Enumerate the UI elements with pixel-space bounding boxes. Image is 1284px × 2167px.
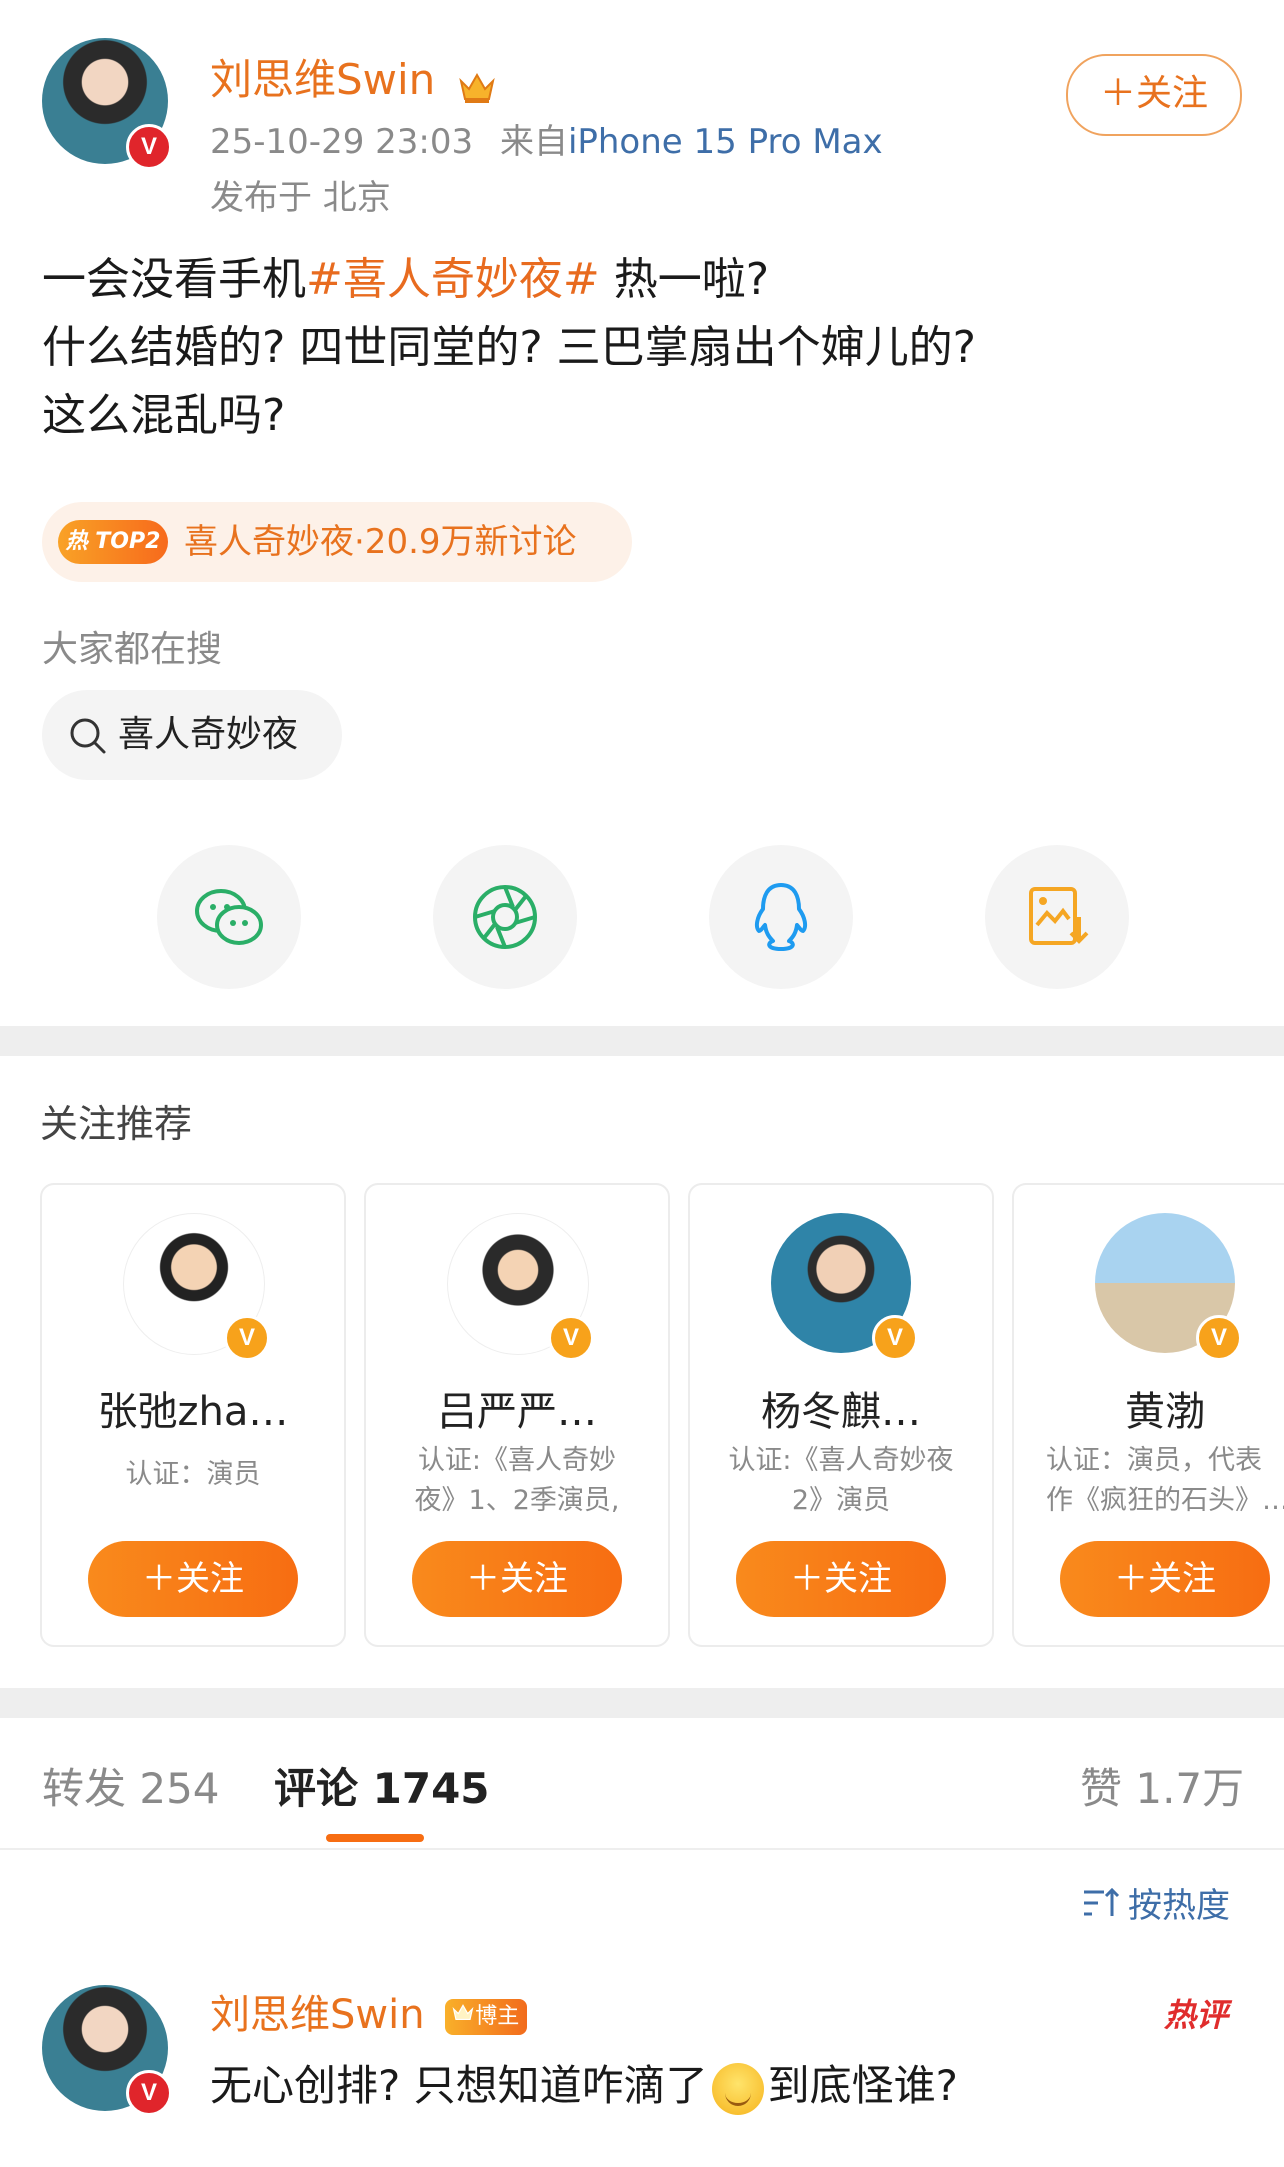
tab-repost[interactable]: 转发 254 — [42, 1755, 220, 1816]
recommend-card[interactable]: V 杨冬麒… 认证:《喜人奇妙夜 2》演员 ＋关注 — [688, 1183, 994, 1647]
post-text-line2: 什么结婚的? 四世同堂的? 三巴掌扇出个婶儿的? — [42, 322, 977, 373]
crown-icon — [457, 66, 497, 103]
comment-author-row: 刘思维Swin 博主 — [210, 1982, 528, 2040]
sort-button[interactable]: 按热度 — [1082, 1878, 1230, 1929]
blogger-badge: 博主 — [445, 1999, 528, 2035]
post-location: 发布于 北京 — [210, 178, 391, 218]
verified-badge-icon: V — [126, 124, 172, 170]
section-divider — [0, 1026, 1284, 1056]
search-term: 喜人奇妙夜 — [118, 714, 299, 755]
recommend-card[interactable]: V 黄渤 认证：演员，代表 作《疯狂的石头》… ＋关注 — [1012, 1183, 1284, 1647]
crown-icon — [451, 1999, 475, 2035]
post-text-line1: 一会没看手机 — [42, 254, 306, 305]
share-moments-button[interactable] — [433, 845, 577, 989]
post-timestamp: 25-10-29 23:03 — [210, 122, 474, 162]
author-name-row: 刘思维Swin — [210, 46, 497, 107]
save-image-button[interactable] — [985, 845, 1129, 989]
search-icon — [68, 716, 108, 760]
sort-icon — [1082, 1886, 1120, 1929]
recommend-desc: 认证:《喜人奇妙 夜》1、2季演员, — [414, 1445, 620, 1516]
follow-button[interactable]: ＋关注 — [1066, 54, 1242, 136]
recommend-follow-button[interactable]: ＋关注 — [1060, 1541, 1270, 1617]
recommend-follow-button[interactable]: ＋关注 — [88, 1541, 298, 1617]
recommend-follow-button[interactable]: ＋关注 — [736, 1541, 946, 1617]
recommend-card[interactable]: V 吕严严… 认证:《喜人奇妙 夜》1、2季演员, ＋关注 — [364, 1183, 670, 1647]
hot-rank-badge: 热 TOP2 — [58, 520, 168, 564]
search-suggestion[interactable]: 喜人奇妙夜 — [42, 690, 342, 780]
verified-badge-icon: V — [548, 1315, 594, 1361]
recommend-card[interactable]: V 张弛zha… 认证：演员 ＋关注 — [40, 1183, 346, 1647]
source-device[interactable]: iPhone 15 Pro Max — [568, 122, 883, 162]
hashtag-link[interactable]: #喜人奇妙夜# — [306, 254, 600, 305]
recommend-desc: 认证:《喜人奇妙夜 2》演员 — [728, 1445, 954, 1516]
source-prefix: 来自 — [499, 122, 568, 162]
recommend-title: 关注推荐 — [40, 1102, 193, 1146]
verified-badge-icon: V — [872, 1315, 918, 1361]
hot-topic-pill[interactable]: 热 TOP2 喜人奇妙夜·20.9万新讨论 — [42, 502, 632, 582]
author-name[interactable]: 刘思维Swin — [210, 55, 435, 104]
recommend-name: 吕严严… — [437, 1389, 597, 1435]
tab-active-indicator — [326, 1834, 424, 1842]
comment-text: 无心创排? 只想知道咋滴了 到底怪谁? — [210, 2052, 958, 2115]
tab-like[interactable]: 赞 1.7万 — [1080, 1755, 1244, 1816]
post-text-line3: 这么混乱吗? — [42, 390, 286, 441]
recommend-name: 张弛zha… — [97, 1389, 289, 1435]
recommend-desc: 认证：演员 — [125, 1459, 261, 1490]
recommend-follow-button[interactable]: ＋关注 — [412, 1541, 622, 1617]
recommend-name: 杨冬麒… — [761, 1389, 921, 1435]
post-meta: 25-10-29 23:03 来自iPhone 15 Pro Max — [210, 114, 883, 163]
hot-topic-text: 喜人奇妙夜·20.9万新讨论 — [184, 522, 577, 562]
sort-label: 按热度 — [1128, 1886, 1230, 1926]
smile-emoji-icon — [711, 2062, 764, 2115]
section-divider — [0, 1688, 1284, 1718]
post-text-line1-end: 热一啦? — [599, 254, 770, 305]
recommend-desc: 认证：演员，代表 作《疯狂的石头》… — [1046, 1445, 1284, 1516]
verified-badge-icon: V — [126, 2070, 172, 2116]
hot-comment-label: 热评 — [1164, 1996, 1229, 2034]
tabs-divider — [0, 1848, 1284, 1850]
verified-badge-icon: V — [1196, 1315, 1242, 1361]
recommend-name: 黄渤 — [1125, 1389, 1205, 1435]
share-qq-button[interactable] — [709, 845, 853, 989]
verified-badge-icon: V — [224, 1315, 270, 1361]
post-body: 一会没看手机#喜人奇妙夜# 热一啦? 什么结婚的? 四世同堂的? 三巴掌扇出个婶… — [42, 246, 976, 450]
share-wechat-button[interactable] — [157, 845, 301, 989]
comment-author[interactable]: 刘思维Swin — [210, 1992, 425, 2038]
tab-comment[interactable]: 评论 1745 — [274, 1755, 490, 1816]
search-label: 大家都在搜 — [42, 629, 223, 670]
